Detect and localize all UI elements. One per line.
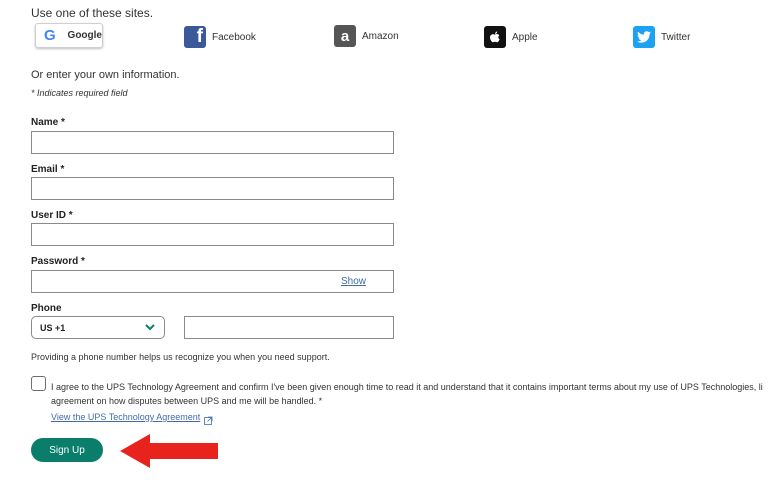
password-input[interactable] bbox=[31, 270, 394, 293]
phone-input[interactable] bbox=[184, 316, 394, 339]
manual-intro: Or enter your own information. bbox=[31, 69, 180, 81]
apple-signin-button[interactable]: Apple bbox=[484, 25, 538, 49]
amazon-icon: a bbox=[334, 25, 356, 47]
facebook-signin-button[interactable]: f Facebook bbox=[184, 25, 256, 49]
agreement-text-line2: agreement on how disputes between UPS an… bbox=[51, 396, 323, 406]
show-password-link[interactable]: Show bbox=[341, 276, 366, 287]
external-link-icon bbox=[204, 412, 213, 430]
google-signin-button[interactable]: G Google bbox=[35, 23, 103, 48]
required-note: * Indicates required field bbox=[31, 88, 128, 98]
name-label: Name * bbox=[31, 117, 65, 128]
twitter-signin-button[interactable]: Twitter bbox=[633, 25, 690, 49]
country-code-value: US +1 bbox=[40, 322, 66, 333]
email-input[interactable] bbox=[31, 177, 394, 200]
apple-label: Apple bbox=[512, 31, 538, 43]
social-intro: Use one of these sites. bbox=[31, 6, 154, 20]
agreement-text-line1: I agree to the UPS Technology Agreement … bbox=[51, 382, 763, 392]
email-label: Email * bbox=[31, 164, 65, 175]
agreement-checkbox[interactable] bbox=[31, 376, 46, 391]
red-arrow-icon bbox=[120, 434, 220, 473]
name-input[interactable] bbox=[31, 131, 394, 154]
twitter-label: Twitter bbox=[661, 31, 691, 43]
facebook-icon: f bbox=[184, 26, 206, 48]
amazon-label: Amazon bbox=[362, 30, 399, 42]
chevron-down-icon bbox=[144, 320, 156, 336]
amazon-signin-button[interactable]: a Amazon bbox=[334, 24, 399, 48]
phone-help-text: Providing a phone number helps us recogn… bbox=[31, 352, 330, 362]
country-code-select[interactable]: US +1 bbox=[31, 316, 165, 339]
userid-input[interactable] bbox=[31, 223, 394, 246]
twitter-icon bbox=[633, 26, 655, 48]
sign-up-button[interactable]: Sign Up bbox=[31, 438, 103, 462]
phone-label: Phone bbox=[31, 303, 62, 314]
facebook-label: Facebook bbox=[212, 31, 256, 43]
google-icon: G bbox=[44, 27, 56, 44]
userid-label: User ID * bbox=[31, 210, 73, 221]
view-agreement-link[interactable]: View the UPS Technology Agreement bbox=[51, 412, 200, 422]
password-label: Password * bbox=[31, 256, 85, 267]
apple-icon bbox=[484, 26, 506, 48]
google-label: Google bbox=[67, 30, 102, 41]
